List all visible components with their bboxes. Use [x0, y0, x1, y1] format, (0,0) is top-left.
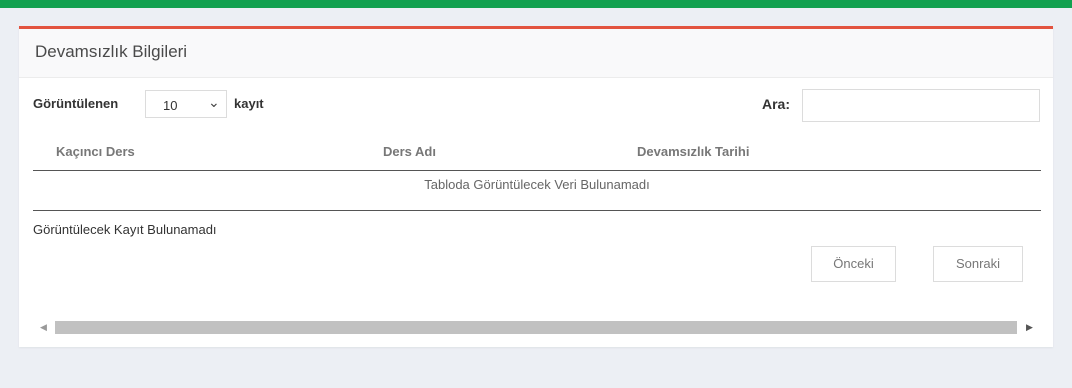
top-accent-bar	[0, 0, 1072, 8]
empty-table-message: Tabloda Görüntülecek Veri Bulunamadı	[424, 177, 650, 192]
column-header-lesson-number[interactable]: Kaçıncı Ders	[56, 144, 135, 159]
table-bottom-divider	[33, 210, 1041, 211]
panel-title: Devamsızlık Bilgileri	[35, 42, 188, 61]
triangle-right-icon[interactable]: ▶	[1026, 322, 1033, 333]
page-length-value: 10	[163, 98, 178, 113]
next-page-button[interactable]: Sonraki	[933, 246, 1023, 282]
search-input[interactable]	[802, 89, 1040, 122]
chevron-down-icon: ⌄	[208, 94, 220, 110]
column-header-absence-date[interactable]: Devamsızlık Tarihi	[637, 144, 749, 159]
attendance-panel: Devamsızlık Bilgileri Görüntülenen 10 ⌄ …	[19, 26, 1053, 347]
search-label: Ara:	[762, 96, 791, 112]
length-menu-label: Görüntülenen	[33, 96, 119, 111]
triangle-left-icon[interactable]: ◀	[40, 322, 47, 333]
length-menu-suffix: kayıt	[234, 96, 264, 111]
horizontal-scrollbar[interactable]: ◀ ▶	[33, 319, 1041, 336]
table-info-text: Görüntülecek Kayıt Bulunamadı	[33, 222, 217, 237]
table-header-divider	[33, 170, 1041, 171]
panel-header: Devamsızlık Bilgileri	[19, 29, 1053, 78]
previous-page-button[interactable]: Önceki	[811, 246, 896, 282]
scrollbar-thumb[interactable]	[55, 321, 1017, 334]
column-header-course-name[interactable]: Ders Adı	[383, 144, 436, 159]
page-length-select[interactable]: 10 ⌄	[145, 90, 227, 118]
